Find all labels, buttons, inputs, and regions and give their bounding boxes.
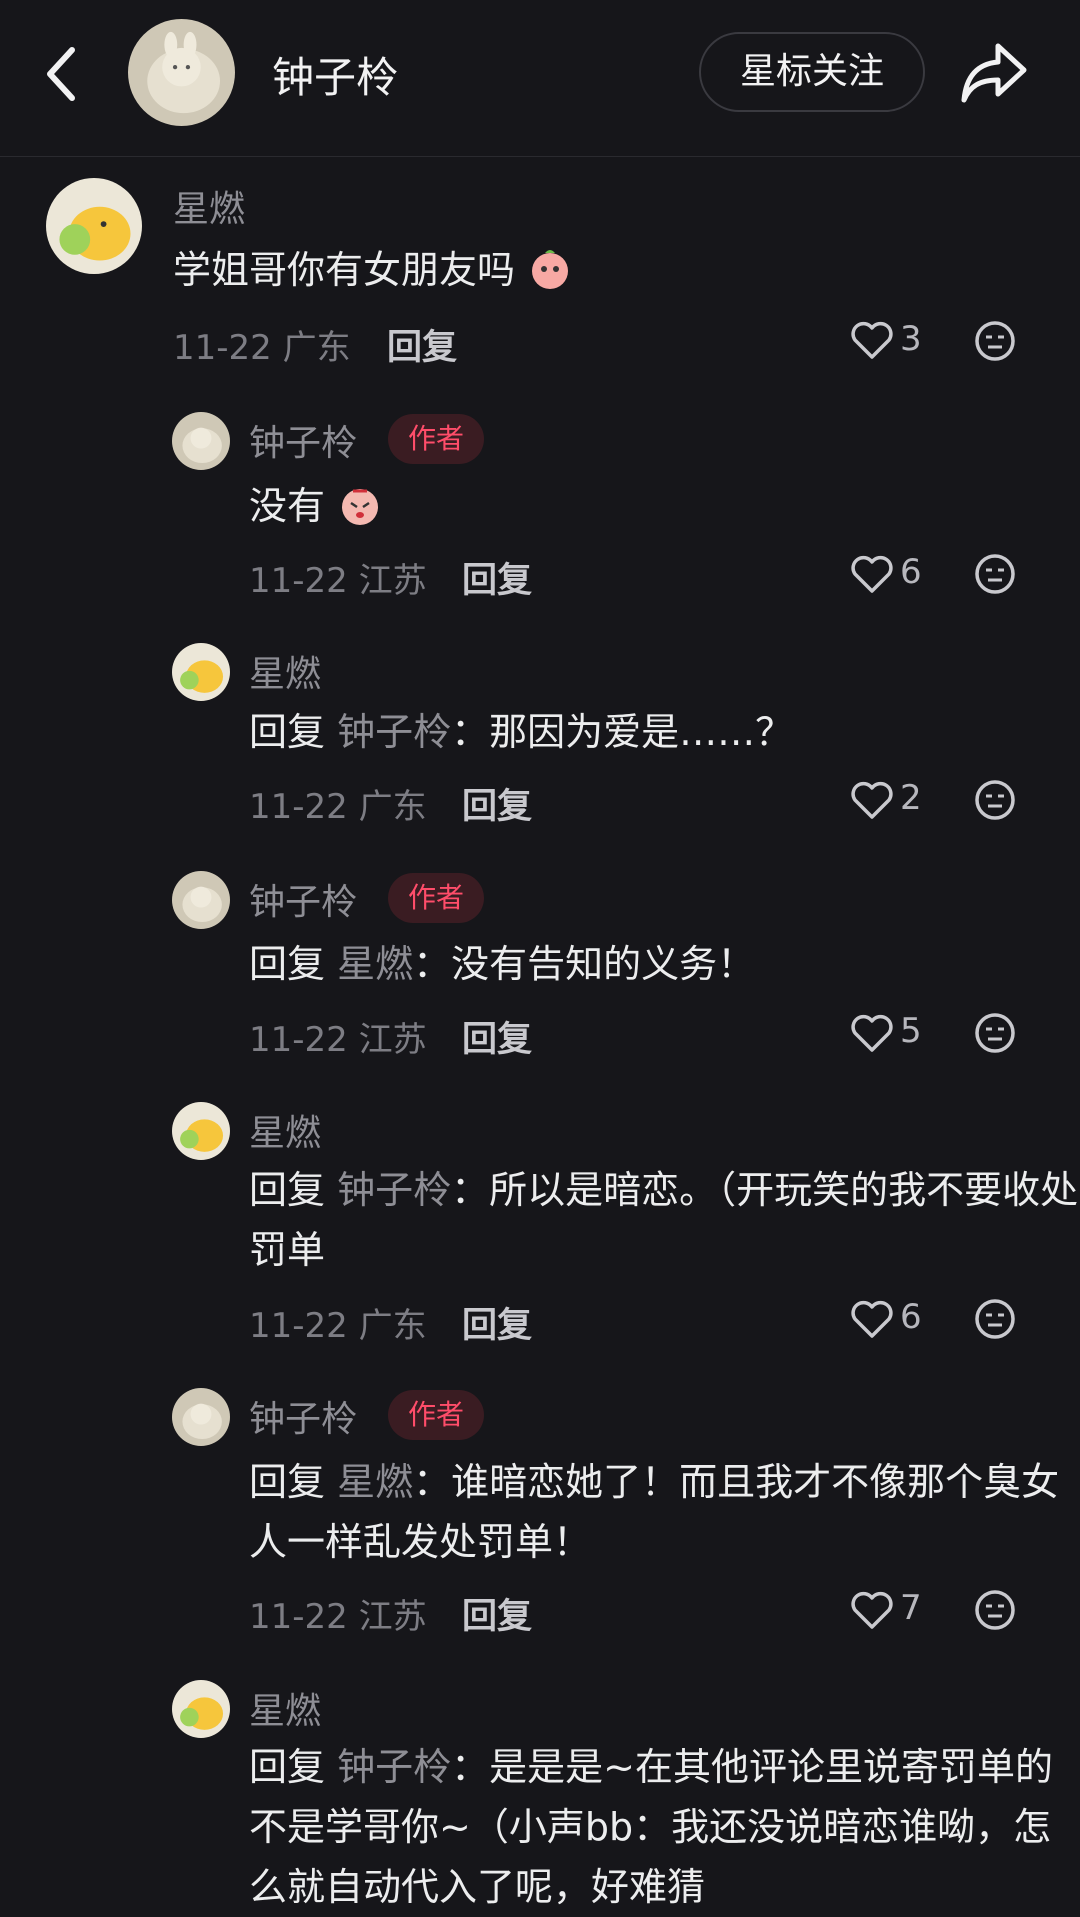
dislike-face-icon[interactable] (973, 1011, 1017, 1055)
comment-meta: 11-22 广东 (249, 787, 427, 827)
comment-text: 没有 (249, 476, 1079, 536)
comment-meta: 11-22 江苏 (249, 561, 427, 601)
comment-text: 回复 星燃：谁暗恋她了！而且我才不像那个臭女人一样乱发处罚单！ (249, 1460, 1060, 1564)
comment-text: 回复 钟子柃：那因为爱是……？ (249, 710, 794, 754)
comment-meta: 11-22 广东 (249, 1306, 427, 1346)
reply-button[interactable]: 回复 (462, 778, 532, 829)
reply-button[interactable]: 回复 (387, 319, 457, 370)
reply-target-name[interactable]: 钟子柃 (337, 1745, 451, 1789)
comment-author-name[interactable]: 星燃 (249, 1682, 321, 1734)
user-avatar[interactable] (172, 1680, 230, 1738)
reply-button[interactable]: 回复 (462, 1011, 532, 1062)
comment-author-name[interactable]: 星燃 (173, 180, 245, 232)
pouting-face-emoji (325, 484, 383, 528)
dislike-face-icon[interactable] (973, 319, 1017, 363)
comment-meta: 11-22 江苏 (249, 1020, 427, 1060)
user-avatar[interactable] (172, 643, 230, 701)
reply-button[interactable]: 回复 (462, 1297, 532, 1348)
user-avatar[interactable] (172, 871, 230, 929)
heart-icon[interactable] (850, 555, 894, 595)
author-badge: 作者 (388, 1390, 484, 1440)
heart-icon[interactable] (850, 321, 894, 361)
heart-icon[interactable] (850, 1591, 894, 1631)
dislike-face-icon[interactable] (973, 1297, 1017, 1341)
reply-target-name[interactable]: 钟子柃 (337, 1168, 451, 1212)
reply-target-name[interactable]: 星燃 (337, 942, 413, 986)
heart-icon[interactable] (850, 1300, 894, 1340)
like-count: 6 (900, 1297, 922, 1337)
user-avatar[interactable] (46, 178, 142, 274)
comment-meta: 11-22 江苏 (249, 1597, 427, 1637)
dislike-face-icon[interactable] (973, 552, 1017, 596)
author-badge: 作者 (388, 414, 484, 464)
dislike-face-icon[interactable] (973, 778, 1017, 822)
like-count: 5 (900, 1011, 922, 1051)
user-avatar[interactable] (172, 1388, 230, 1446)
reply-target-name[interactable]: 钟子柃 (337, 710, 451, 754)
comment-meta: 11-22 广东 (173, 328, 351, 368)
share-icon[interactable] (958, 40, 1030, 106)
top-bar: 钟子柃 星标关注 (0, 0, 1080, 157)
author-avatar[interactable] (128, 19, 235, 126)
author-badge: 作者 (388, 873, 484, 923)
comment-text: 回复 星燃：没有告知的义务！ (249, 942, 756, 986)
star-follow-button[interactable]: 星标关注 (699, 32, 925, 112)
reply-button[interactable]: 回复 (462, 1588, 532, 1639)
like-count: 3 (900, 319, 922, 359)
comment-author-name[interactable]: 星燃 (249, 645, 321, 697)
like-count: 7 (900, 1588, 922, 1628)
heart-icon[interactable] (850, 1014, 894, 1054)
blush-face-emoji (515, 248, 573, 292)
user-avatar[interactable] (172, 412, 230, 470)
comment-author-name[interactable]: 钟子柃 (249, 414, 357, 466)
like-count: 2 (900, 778, 922, 818)
back-arrow-icon[interactable] (40, 44, 84, 104)
like-count: 6 (900, 552, 922, 592)
comment-author-name[interactable]: 钟子柃 (249, 1390, 357, 1442)
comment-text: 回复 钟子柃：所以是暗恋。（开玩笑的我不要收处罚单 (249, 1168, 1079, 1272)
comment-author-name[interactable]: 星燃 (249, 1104, 321, 1156)
heart-icon[interactable] (850, 781, 894, 821)
dislike-face-icon[interactable] (973, 1588, 1017, 1632)
comment-author-name[interactable]: 钟子柃 (249, 873, 357, 925)
reply-target-name[interactable]: 星燃 (337, 1460, 413, 1504)
reply-button[interactable]: 回复 (462, 552, 532, 603)
comment-text: 回复 钟子柃：是是是~在其他评论里说寄罚单的不是学哥你~（小声bb：我还没说暗恋… (249, 1745, 1053, 1909)
page-title: 钟子柃 (272, 53, 399, 102)
comment-text: 学姐哥你有女朋友吗 (173, 240, 1003, 300)
user-avatar[interactable] (172, 1102, 230, 1160)
